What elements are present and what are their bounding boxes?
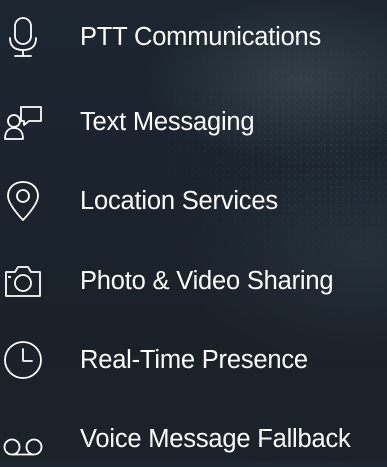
feature-list: PTT Communications Text Messaging Locati… — [0, 0, 387, 461]
camera-icon — [2, 260, 44, 302]
feature-label: Text Messaging — [80, 108, 255, 136]
microphone-icon — [2, 16, 44, 58]
feature-item-real-time-presence: Real-Time Presence — [0, 332, 387, 388]
feature-label: Real-Time Presence — [80, 346, 308, 374]
person-chat-icon — [2, 101, 44, 143]
feature-item-voice-message-fallback: Voice Message Fallback — [0, 411, 387, 467]
feature-item-photo-video-sharing: Photo & Video Sharing — [0, 253, 387, 309]
feature-item-location-services: Location Services — [0, 173, 387, 229]
feature-item-ptt-communications: PTT Communications — [0, 9, 387, 65]
feature-label: Photo & Video Sharing — [80, 267, 334, 295]
clock-icon — [2, 339, 44, 381]
feature-label: Location Services — [80, 187, 278, 215]
feature-label: Voice Message Fallback — [80, 425, 351, 453]
feature-item-text-messaging: Text Messaging — [0, 94, 387, 150]
feature-label: PTT Communications — [80, 23, 322, 51]
voicemail-icon — [2, 418, 44, 460]
location-pin-icon — [2, 180, 44, 222]
